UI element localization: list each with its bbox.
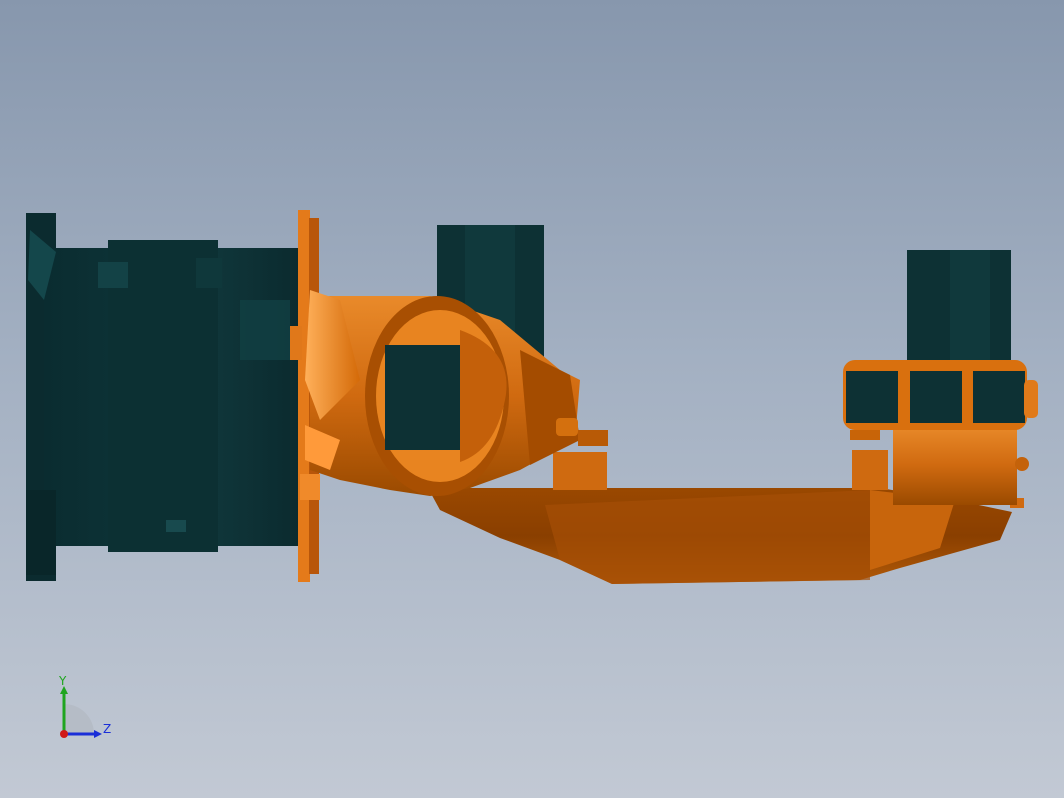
yoke-side [520,350,580,465]
flange-plate [298,210,310,582]
arm-riser-2 [553,452,607,490]
flange-tab-2 [300,474,320,500]
motor-notch [166,520,186,532]
motor-foot [26,490,56,575]
z-axis-label: Z [103,722,111,736]
joint-window-3 [973,371,1025,423]
left-motor[interactable] [26,213,302,581]
motor-boss-2 [196,258,222,288]
flange-tab [290,326,302,360]
right-motor-face [950,250,990,362]
joint-bolt [1015,457,1029,471]
arm-riser [852,450,888,490]
joint-window-2 [910,371,962,423]
y-axis-label: Y [58,676,67,688]
yoke-pin-2 [578,430,608,446]
triad-plane [64,704,94,734]
joint-cap [1024,380,1038,418]
motor-highlight [240,300,290,360]
orientation-triad: Y Z [58,676,111,738]
joint-housing [893,425,1017,505]
z-arrow [94,730,102,738]
joint-lip [850,430,880,440]
cad-model-view[interactable] [0,0,1064,798]
motor-boss [98,262,128,288]
x-axis-dot [60,730,68,738]
right-motor[interactable] [907,250,1011,362]
3d-viewport[interactable]: Y Z [0,0,1064,798]
yoke-pin [556,418,578,436]
yoke-window [385,345,470,450]
joint-window-1 [846,371,898,423]
arm-link-face [545,490,870,584]
